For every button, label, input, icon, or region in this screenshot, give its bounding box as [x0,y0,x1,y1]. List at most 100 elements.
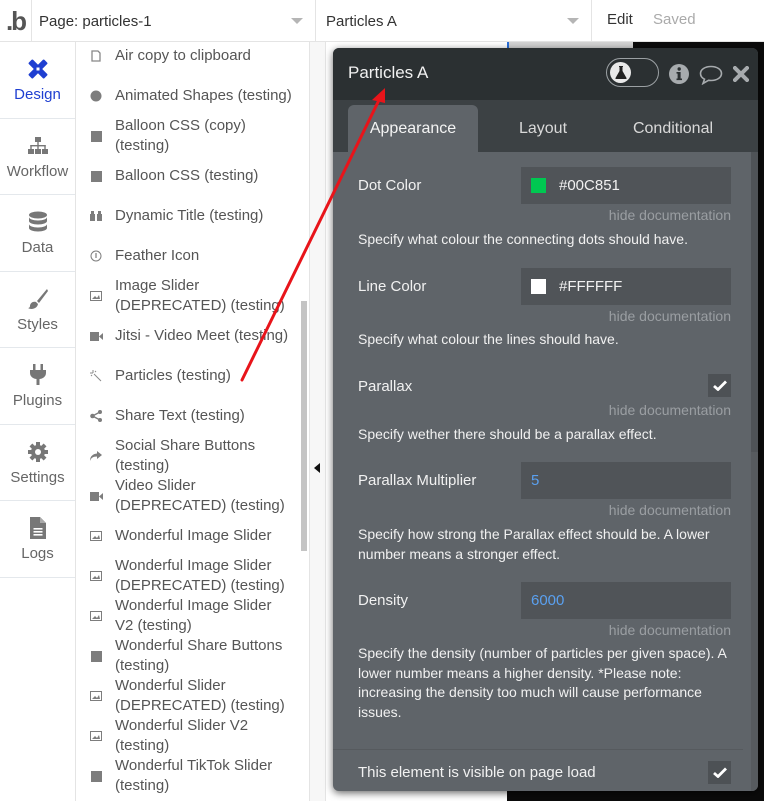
dot-color-doc: Specify what colour the connecting dots … [358,231,688,247]
list-item-label: Animated Shapes (testing) [115,87,292,104]
parallax-multiplier-value: 5 [531,472,540,489]
list-item[interactable]: Wonderful Slider (DEPRECATED) (testing) [77,676,309,716]
tab-conditional[interactable]: Conditional [608,105,738,152]
list-item-label: Wonderful Slider (DEPRECATED) (testing) [115,677,285,714]
visible-on-load-label: This element is visible on page load [358,764,596,781]
list-item[interactable]: Video Slider (DEPRECATED) (testing) [77,476,309,516]
list-item[interactable]: Jitsi - Video Meet (testing) [77,326,309,346]
close-icon[interactable] [732,65,750,87]
density-value: 6000 [531,592,565,609]
list-item-label: Particles (testing) [115,367,231,384]
page-selector-label: Page: particles-1 [39,12,152,30]
list-item-label: Wonderful Slider V2 (testing) [115,717,249,754]
nav-label: Logs [21,545,54,563]
list-item-label: Feather Icon [115,247,200,264]
density-input[interactable]: 6000 [521,582,731,619]
nav-styles[interactable]: Styles [0,272,75,348]
info-circle-icon [77,250,115,262]
list-item-label: Wonderful Image Slider [115,527,272,544]
nav-workflow[interactable]: Workflow [0,119,75,195]
magic-wand-icon [77,370,115,382]
element-name[interactable]: Particles A [348,63,428,83]
list-item[interactable]: Wonderful TikTok Slider (testing) [77,756,309,796]
list-item-label: Air copy to clipboard [115,47,251,64]
comment-icon[interactable] [699,65,723,90]
property-editor-scrollbar[interactable] [751,152,758,791]
list-item-label: Wonderful TikTok Slider (testing) [115,757,273,794]
list-item-label: Image Slider (DEPRECATED) (testing) [115,277,285,314]
parallax-checkbox[interactable] [708,374,731,397]
nav-label: Workflow [6,162,69,180]
hide-documentation-link[interactable]: hide documentation [609,308,731,324]
dot-color-input[interactable]: #00C851 [521,167,731,204]
gear-icon [27,439,49,465]
nav-data[interactable]: Data [0,195,75,272]
parallax-multiplier-doc: Specify how strong the Parallax effect s… [358,526,710,562]
line-color-swatch[interactable] [531,279,546,294]
flask-icon [610,62,631,83]
list-item[interactable]: Image Slider (DEPRECATED) (testing) [77,276,309,316]
line-color-doc: Specify what colour the lines should hav… [358,331,619,347]
scrollbar-thumb[interactable] [751,152,758,452]
nav-logs[interactable]: Logs [0,501,75,578]
list-item-label: Wonderful Image Slider (DEPRECATED) (tes… [115,557,285,594]
list-item-label: Balloon CSS (copy) (testing) [115,117,246,154]
edit-menu[interactable]: Edit [607,11,633,28]
info-icon[interactable] [669,64,689,89]
nav-label: Settings [10,468,65,486]
image-icon [77,731,115,741]
hide-documentation-link[interactable]: hide documentation [609,502,731,518]
element-selector-label: Particles A [326,12,397,30]
parallax-multiplier-input[interactable]: 5 [521,462,731,499]
saved-status: Saved [653,11,696,28]
element-selector[interactable]: Particles A [316,0,592,42]
visible-on-load-checkbox[interactable] [708,761,731,784]
image-icon [77,691,115,701]
tab-appearance[interactable]: Appearance [348,105,478,152]
list-item[interactable]: Particles (testing) [77,366,309,386]
list-item[interactable]: Dynamic Title (testing) [77,206,309,226]
chevron-down-icon [291,18,303,24]
chevron-down-icon [567,18,579,24]
image-icon [77,571,115,581]
nav-label: Plugins [12,392,63,410]
list-item[interactable]: Wonderful Image Slider V2 (testing) [77,596,309,636]
share-icon [77,410,115,422]
hide-documentation-link[interactable]: hide documentation [609,207,731,223]
top-bar: .b Page: particles-1 Particles A Edit Sa… [0,0,764,42]
palette-collapse-strip[interactable] [309,42,326,801]
line-color-label: Line Color [358,278,427,295]
list-item[interactable]: Wonderful Image Slider [77,526,309,546]
list-item-label: Balloon CSS (testing) [115,167,259,184]
list-item[interactable]: Wonderful Share Buttons (testing) [77,636,309,676]
list-item[interactable]: Animated Shapes (testing) [77,86,309,106]
tab-layout[interactable]: Layout [493,105,593,152]
experimental-toggle[interactable] [606,58,659,87]
hide-documentation-link[interactable]: hide documentation [609,622,731,638]
dot-color-swatch[interactable] [531,178,546,193]
line-color-input[interactable]: #FFFFFF [521,268,731,305]
list-item-label: Video Slider (DEPRECATED) (testing) [115,477,285,514]
list-item[interactable]: Balloon CSS (copy) (testing) [77,116,309,156]
list-item[interactable]: Air copy to clipboard [77,46,309,66]
logo-text: .b [5,6,27,36]
hide-documentation-link[interactable]: hide documentation [609,402,731,418]
bubble-logo[interactable]: .b [0,0,32,42]
list-item[interactable]: Wonderful Image Slider (DEPRECATED) (tes… [77,556,309,596]
list-item-label: Dynamic Title (testing) [115,207,264,224]
element-list-scrollbar[interactable] [301,301,307,551]
list-item[interactable]: Social Share Buttons (testing) [77,436,309,476]
list-item[interactable]: Feather Icon [77,246,309,266]
list-item[interactable]: Balloon CSS (testing) [77,166,309,186]
nav-design[interactable]: Design [0,42,75,119]
nav-settings[interactable]: Settings [0,425,75,501]
nav-plugins[interactable]: Plugins [0,348,75,425]
share-arrow-icon [77,451,115,461]
square-icon [77,770,115,782]
page-selector[interactable]: Page: particles-1 [32,0,316,42]
list-item[interactable]: Wonderful Slider V2 (testing) [77,716,309,756]
density-doc: Specify the density (number of particles… [358,645,727,720]
list-item[interactable]: Share Text (testing) [77,406,309,426]
square-icon [77,650,115,662]
list-item-label: Wonderful Image Slider V2 (testing) [115,597,272,634]
